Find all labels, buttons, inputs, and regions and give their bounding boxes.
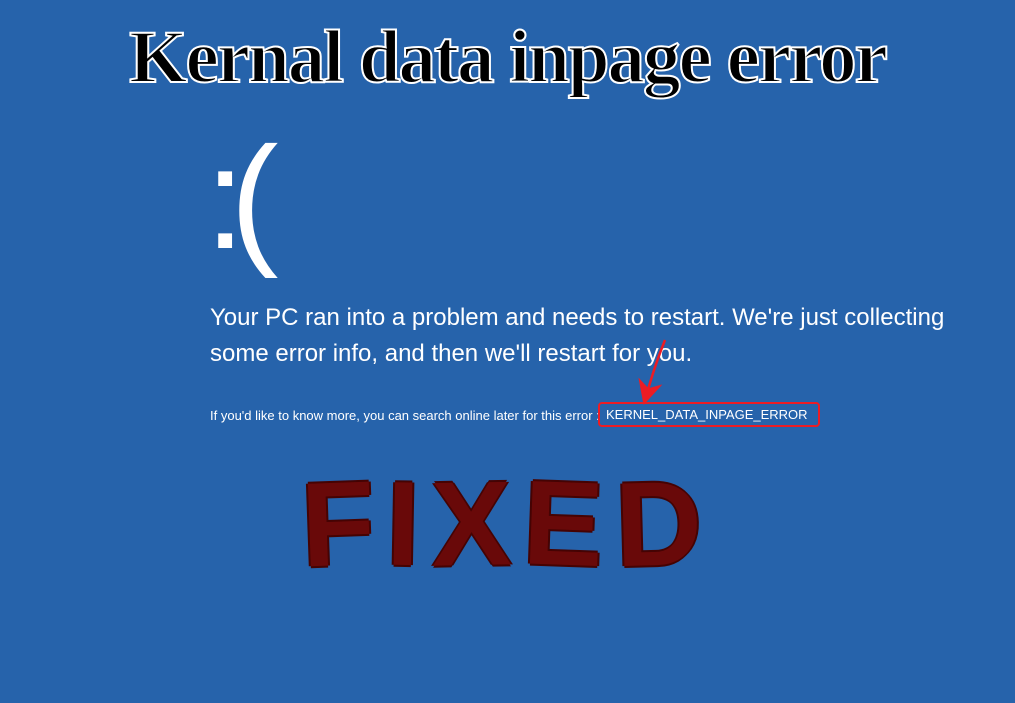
bsod-detail-text: If you'd like to know more, you can sear… (210, 408, 600, 423)
error-code-highlight: KERNEL_DATA_INPAGE_ERROR (598, 402, 820, 427)
sad-face-icon: :( (205, 115, 264, 282)
bsod-main-message: Your PC ran into a problem and needs to … (210, 300, 980, 372)
title-overlay: Kernal data inpage error (0, 15, 1015, 101)
fixed-stamp: FIXED (301, 455, 714, 593)
